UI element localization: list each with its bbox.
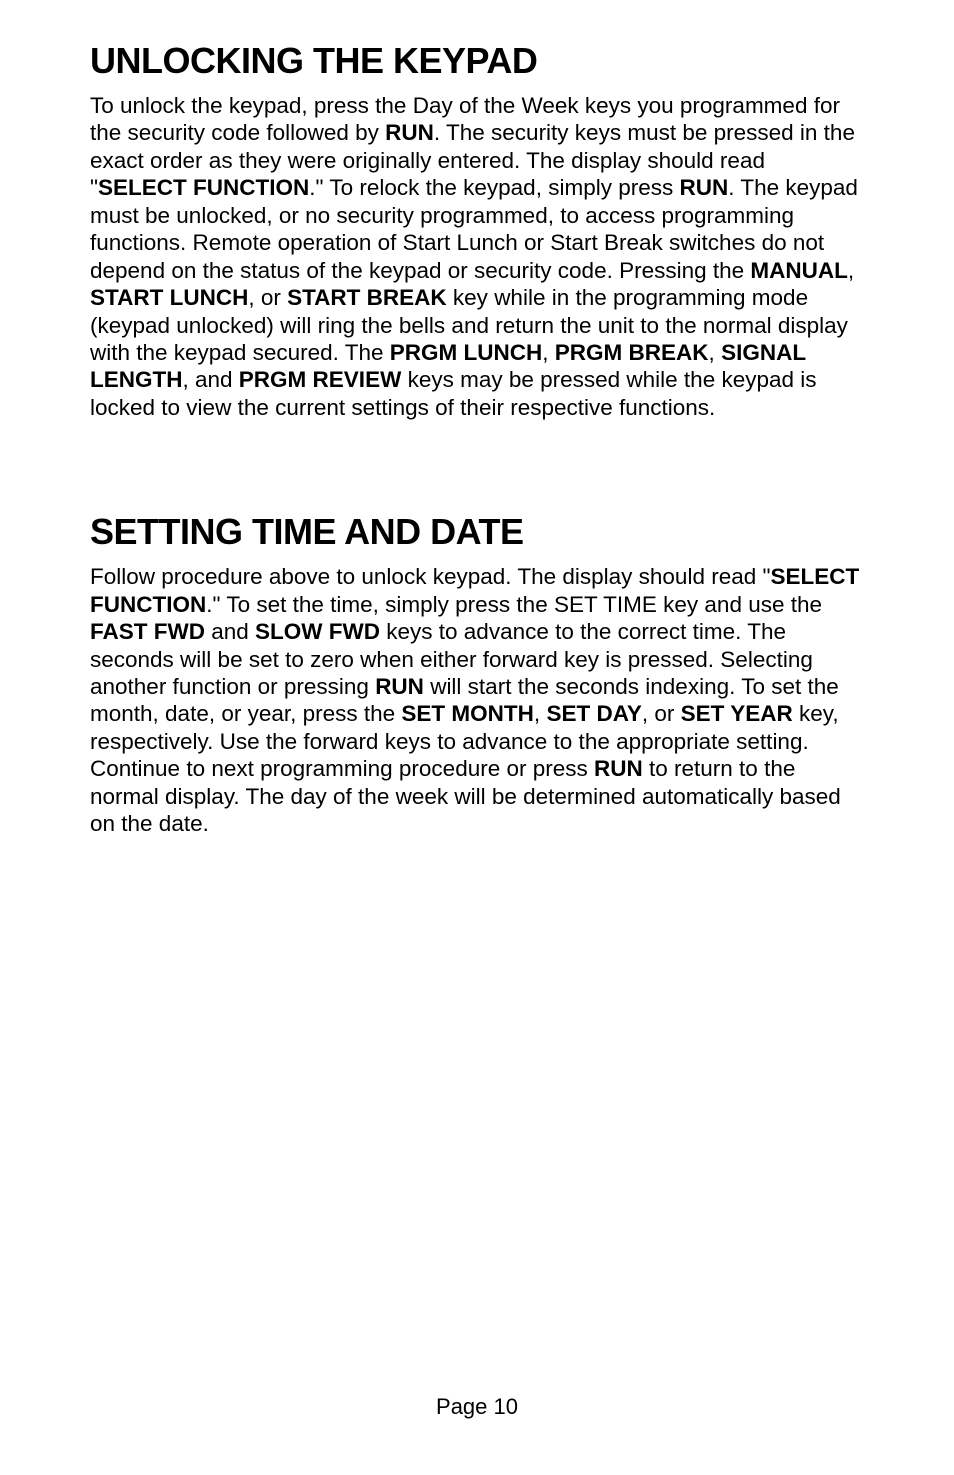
key-set-year: SET YEAR: [681, 701, 793, 726]
text: ." To relock the keypad, simply press: [309, 175, 679, 200]
key-prgm-break: PRGM BREAK: [555, 340, 709, 365]
key-run: RUN: [385, 120, 434, 145]
text: , or: [642, 701, 681, 726]
paragraph-unlocking-keypad: To unlock the keypad, press the Day of t…: [90, 92, 864, 421]
key-set-month: SET MONTH: [401, 701, 534, 726]
text: ,: [848, 258, 854, 283]
text: ." To set the time, simply press the SET…: [206, 592, 822, 617]
text: ,: [534, 701, 547, 726]
page-number: Page 10: [0, 1394, 954, 1420]
text: ,: [709, 340, 722, 365]
text: and: [205, 619, 255, 644]
text: , or: [248, 285, 287, 310]
label-select-function: SELECT FUNCTION: [98, 175, 309, 200]
paragraph-setting-time-date: Follow procedure above to unlock keypad.…: [90, 563, 864, 837]
key-start-lunch: START LUNCH: [90, 285, 248, 310]
text: , and: [183, 367, 239, 392]
text: ,: [542, 340, 555, 365]
key-run: RUN: [594, 756, 643, 781]
key-start-break: START BREAK: [287, 285, 447, 310]
key-run: RUN: [679, 175, 728, 200]
key-set-day: SET DAY: [546, 701, 641, 726]
heading-unlocking-keypad: UNLOCKING THE KEYPAD: [90, 40, 864, 82]
key-run: RUN: [375, 674, 424, 699]
key-manual: MANUAL: [750, 258, 847, 283]
key-prgm-review: PRGM REVIEW: [239, 367, 402, 392]
key-slow-fwd: SLOW FWD: [255, 619, 380, 644]
key-fast-fwd: FAST FWD: [90, 619, 205, 644]
text: Follow procedure above to unlock keypad.…: [90, 564, 770, 589]
key-prgm-lunch: PRGM LUNCH: [390, 340, 543, 365]
heading-setting-time-date: SETTING TIME AND DATE: [90, 511, 864, 553]
